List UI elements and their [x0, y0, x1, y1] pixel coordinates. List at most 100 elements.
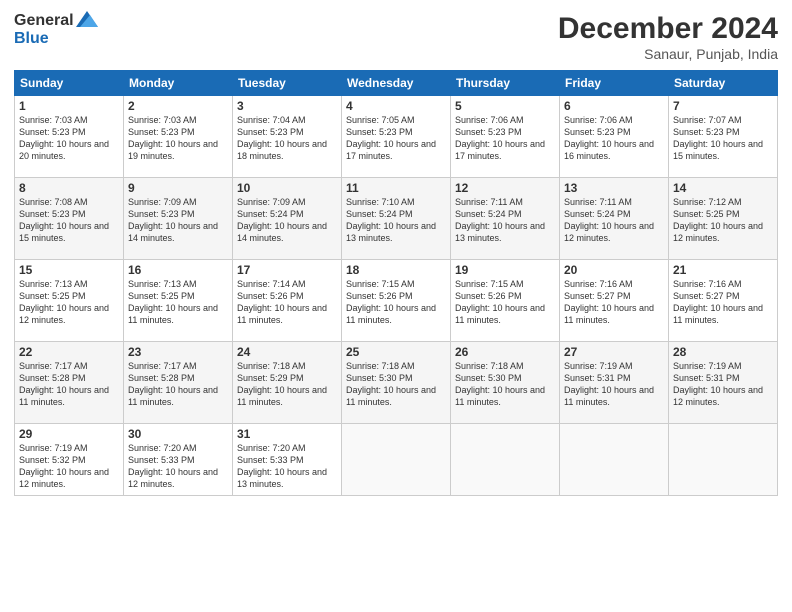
day-number: 17 [237, 263, 337, 277]
day-number: 15 [19, 263, 119, 277]
day-info: Sunrise: 7:13 AMSunset: 5:25 PMDaylight:… [128, 279, 218, 325]
day-info: Sunrise: 7:05 AMSunset: 5:23 PMDaylight:… [346, 115, 436, 161]
table-row: 1 Sunrise: 7:03 AMSunset: 5:23 PMDaylight… [15, 96, 124, 178]
table-row: 20 Sunrise: 7:16 AMSunset: 5:27 PMDayligh… [560, 260, 669, 342]
day-info: Sunrise: 7:16 AMSunset: 5:27 PMDaylight:… [564, 279, 654, 325]
logo: General [14, 12, 98, 30]
logo-text-blue: Blue [14, 30, 49, 48]
day-number: 11 [346, 181, 446, 195]
table-row [669, 424, 778, 496]
day-number: 16 [128, 263, 228, 277]
day-number: 19 [455, 263, 555, 277]
day-info: Sunrise: 7:18 AMSunset: 5:30 PMDaylight:… [346, 361, 436, 407]
day-number: 10 [237, 181, 337, 195]
header: General Blue December 2024 Sanaur, Punja… [14, 12, 778, 62]
day-number: 22 [19, 345, 119, 359]
day-number: 26 [455, 345, 555, 359]
calendar-table: Sunday Monday Tuesday Wednesday Thursday… [14, 70, 778, 496]
table-row: 3 Sunrise: 7:04 AMSunset: 5:23 PMDaylight… [233, 96, 342, 178]
day-info: Sunrise: 7:06 AMSunset: 5:23 PMDaylight:… [455, 115, 545, 161]
day-info: Sunrise: 7:19 AMSunset: 5:31 PMDaylight:… [673, 361, 763, 407]
table-row: 19 Sunrise: 7:15 AMSunset: 5:26 PMDayligh… [451, 260, 560, 342]
logo-text-general: General [14, 12, 74, 30]
day-info: Sunrise: 7:20 AMSunset: 5:33 PMDaylight:… [128, 443, 218, 489]
day-info: Sunrise: 7:19 AMSunset: 5:31 PMDaylight:… [564, 361, 654, 407]
table-row: 24Sunrise: 7:18 AMSunset: 5:29 PMDayligh… [233, 342, 342, 424]
day-info: Sunrise: 7:15 AMSunset: 5:26 PMDaylight:… [455, 279, 545, 325]
table-row: 11Sunrise: 7:10 AMSunset: 5:24 PMDayligh… [342, 178, 451, 260]
table-row: 21 Sunrise: 7:16 AMSunset: 5:27 PMDayligh… [669, 260, 778, 342]
day-info: Sunrise: 7:08 AMSunset: 5:23 PMDaylight:… [19, 197, 109, 243]
col-saturday: Saturday [669, 71, 778, 96]
col-monday: Monday [124, 71, 233, 96]
table-row: 2 Sunrise: 7:03 AMSunset: 5:23 PMDaylight… [124, 96, 233, 178]
day-info: Sunrise: 7:17 AMSunset: 5:28 PMDaylight:… [128, 361, 218, 407]
table-row: 28 Sunrise: 7:19 AMSunset: 5:31 PMDayligh… [669, 342, 778, 424]
day-number: 21 [673, 263, 773, 277]
day-number: 25 [346, 345, 446, 359]
day-info: Sunrise: 7:15 AMSunset: 5:26 PMDaylight:… [346, 279, 436, 325]
day-info: Sunrise: 7:16 AMSunset: 5:27 PMDaylight:… [673, 279, 763, 325]
calendar-body: 1 Sunrise: 7:03 AMSunset: 5:23 PMDaylight… [15, 96, 778, 496]
day-info: Sunrise: 7:11 AMSunset: 5:24 PMDaylight:… [455, 197, 545, 243]
day-info: Sunrise: 7:07 AMSunset: 5:23 PMDaylight:… [673, 115, 763, 161]
table-row: 4 Sunrise: 7:05 AMSunset: 5:23 PMDaylight… [342, 96, 451, 178]
table-row [342, 424, 451, 496]
day-info: Sunrise: 7:13 AMSunset: 5:25 PMDaylight:… [19, 279, 109, 325]
table-row: 26Sunrise: 7:18 AMSunset: 5:30 PMDayligh… [451, 342, 560, 424]
table-row: 5 Sunrise: 7:06 AMSunset: 5:23 PMDaylight… [451, 96, 560, 178]
table-row: 13Sunrise: 7:11 AMSunset: 5:24 PMDayligh… [560, 178, 669, 260]
day-info: Sunrise: 7:18 AMSunset: 5:29 PMDaylight:… [237, 361, 327, 407]
day-number: 2 [128, 99, 228, 113]
day-number: 29 [19, 427, 119, 441]
month-title: December 2024 [558, 12, 778, 46]
day-number: 9 [128, 181, 228, 195]
table-row: 18 Sunrise: 7:15 AMSunset: 5:26 PMDayligh… [342, 260, 451, 342]
table-row: 27Sunrise: 7:19 AMSunset: 5:31 PMDayligh… [560, 342, 669, 424]
day-number: 6 [564, 99, 664, 113]
day-number: 23 [128, 345, 228, 359]
col-friday: Friday [560, 71, 669, 96]
table-row: 31Sunrise: 7:20 AMSunset: 5:33 PMDayligh… [233, 424, 342, 496]
logo-area: General Blue [14, 12, 98, 48]
table-row: 7 Sunrise: 7:07 AMSunset: 5:23 PMDaylight… [669, 96, 778, 178]
day-number: 1 [19, 99, 119, 113]
day-info: Sunrise: 7:03 AMSunset: 5:23 PMDaylight:… [128, 115, 218, 161]
page: General Blue December 2024 Sanaur, Punja… [0, 0, 792, 612]
table-row: 15 Sunrise: 7:13 AMSunset: 5:25 PMDayligh… [15, 260, 124, 342]
table-row: 23 Sunrise: 7:17 AMSunset: 5:28 PMDayligh… [124, 342, 233, 424]
day-number: 28 [673, 345, 773, 359]
table-row: 10Sunrise: 7:09 AMSunset: 5:24 PMDayligh… [233, 178, 342, 260]
day-number: 8 [19, 181, 119, 195]
day-number: 3 [237, 99, 337, 113]
title-area: December 2024 Sanaur, Punjab, India [558, 12, 778, 62]
day-info: Sunrise: 7:11 AMSunset: 5:24 PMDaylight:… [564, 197, 654, 243]
table-row: 29Sunrise: 7:19 AMSunset: 5:32 PMDayligh… [15, 424, 124, 496]
col-wednesday: Wednesday [342, 71, 451, 96]
day-number: 20 [564, 263, 664, 277]
day-number: 5 [455, 99, 555, 113]
day-info: Sunrise: 7:03 AMSunset: 5:23 PMDaylight:… [19, 115, 109, 161]
day-number: 18 [346, 263, 446, 277]
day-number: 7 [673, 99, 773, 113]
table-row [451, 424, 560, 496]
table-row [560, 424, 669, 496]
table-row: 9 Sunrise: 7:09 AMSunset: 5:23 PMDaylight… [124, 178, 233, 260]
table-row: 12Sunrise: 7:11 AMSunset: 5:24 PMDayligh… [451, 178, 560, 260]
table-row: 14Sunrise: 7:12 AMSunset: 5:25 PMDayligh… [669, 178, 778, 260]
day-number: 30 [128, 427, 228, 441]
table-row: 17Sunrise: 7:14 AMSunset: 5:26 PMDayligh… [233, 260, 342, 342]
day-number: 31 [237, 427, 337, 441]
col-sunday: Sunday [15, 71, 124, 96]
day-info: Sunrise: 7:09 AMSunset: 5:23 PMDaylight:… [128, 197, 218, 243]
day-number: 4 [346, 99, 446, 113]
table-row: 22Sunrise: 7:17 AMSunset: 5:28 PMDayligh… [15, 342, 124, 424]
day-info: Sunrise: 7:06 AMSunset: 5:23 PMDaylight:… [564, 115, 654, 161]
col-tuesday: Tuesday [233, 71, 342, 96]
table-row: 6 Sunrise: 7:06 AMSunset: 5:23 PMDaylight… [560, 96, 669, 178]
location-subtitle: Sanaur, Punjab, India [558, 46, 778, 62]
table-row: 25 Sunrise: 7:18 AMSunset: 5:30 PMDayligh… [342, 342, 451, 424]
day-header-row: Sunday Monday Tuesday Wednesday Thursday… [15, 71, 778, 96]
table-row: 30 Sunrise: 7:20 AMSunset: 5:33 PMDayligh… [124, 424, 233, 496]
day-info: Sunrise: 7:04 AMSunset: 5:23 PMDaylight:… [237, 115, 327, 161]
